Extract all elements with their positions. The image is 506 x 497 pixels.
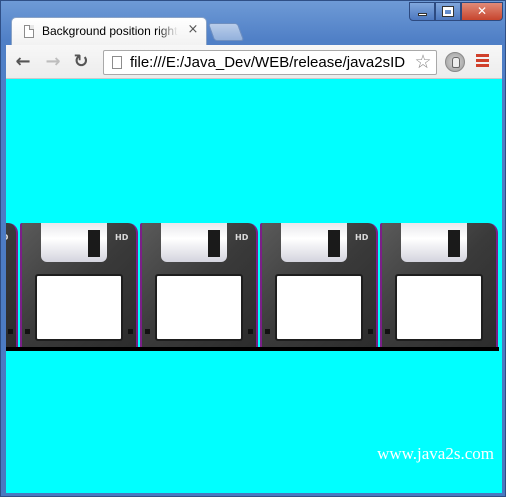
floppy-disk-image: HD — [139, 223, 259, 351]
forward-button[interactable]: → — [42, 51, 64, 73]
maximize-icon — [442, 6, 454, 17]
floppy-disk-image — [379, 223, 499, 351]
floppy-label-area — [35, 274, 123, 341]
floppy-label-area — [395, 274, 483, 341]
back-button[interactable]: ← — [12, 51, 34, 73]
floppy-hd-label: HD — [6, 233, 9, 243]
floppy-shutter — [281, 223, 347, 262]
page-icon — [24, 25, 34, 38]
minimize-button[interactable] — [409, 2, 435, 21]
minimize-icon — [417, 13, 427, 16]
tab-close-icon[interactable]: × — [186, 23, 200, 37]
close-window-button[interactable]: ✕ — [461, 2, 503, 21]
floppy-hd-label: HD — [355, 233, 369, 242]
floppy-label-area — [155, 274, 243, 341]
menu-icon[interactable] — [476, 54, 490, 68]
tab-active[interactable]: Background position right × — [11, 17, 207, 45]
address-bar[interactable]: file:///E:/Java_Dev/WEB/release/java2sID… — [103, 50, 437, 75]
extension-icon[interactable] — [445, 52, 465, 72]
address-url[interactable]: file:///E:/Java_Dev/WEB/release/java2sID — [130, 53, 406, 73]
floppy-disk-image: HD — [19, 223, 139, 351]
maximize-button[interactable] — [435, 2, 461, 21]
floppy-shutter — [41, 223, 107, 262]
floppy-label-area — [275, 274, 363, 341]
floppy-shutter — [401, 223, 467, 262]
browser-window: Background position right × ✕ ← → ↻ file… — [0, 0, 506, 497]
tab-title: Background position right — [42, 24, 178, 38]
page-icon — [112, 56, 122, 69]
window-controls: ✕ — [409, 2, 503, 22]
floppy-disk-image: HD — [6, 223, 19, 351]
page-viewport: HD HD HD www.java2s.com — [6, 79, 502, 493]
new-tab-button[interactable] — [207, 23, 245, 41]
floppy-disk-image: HD — [259, 223, 379, 351]
floppy-hd-label: HD — [235, 233, 249, 242]
floppy-hd-label: HD — [115, 233, 129, 242]
bookmark-star-icon[interactable]: ☆ — [413, 52, 433, 72]
floppy-background-row: HD HD HD — [6, 223, 502, 351]
reload-button[interactable]: ↻ — [70, 51, 92, 73]
browser-toolbar: ← → ↻ file:///E:/Java_Dev/WEB/release/ja… — [6, 45, 502, 79]
floppy-shutter — [161, 223, 227, 262]
watermark-text: www.java2s.com — [377, 444, 494, 463]
